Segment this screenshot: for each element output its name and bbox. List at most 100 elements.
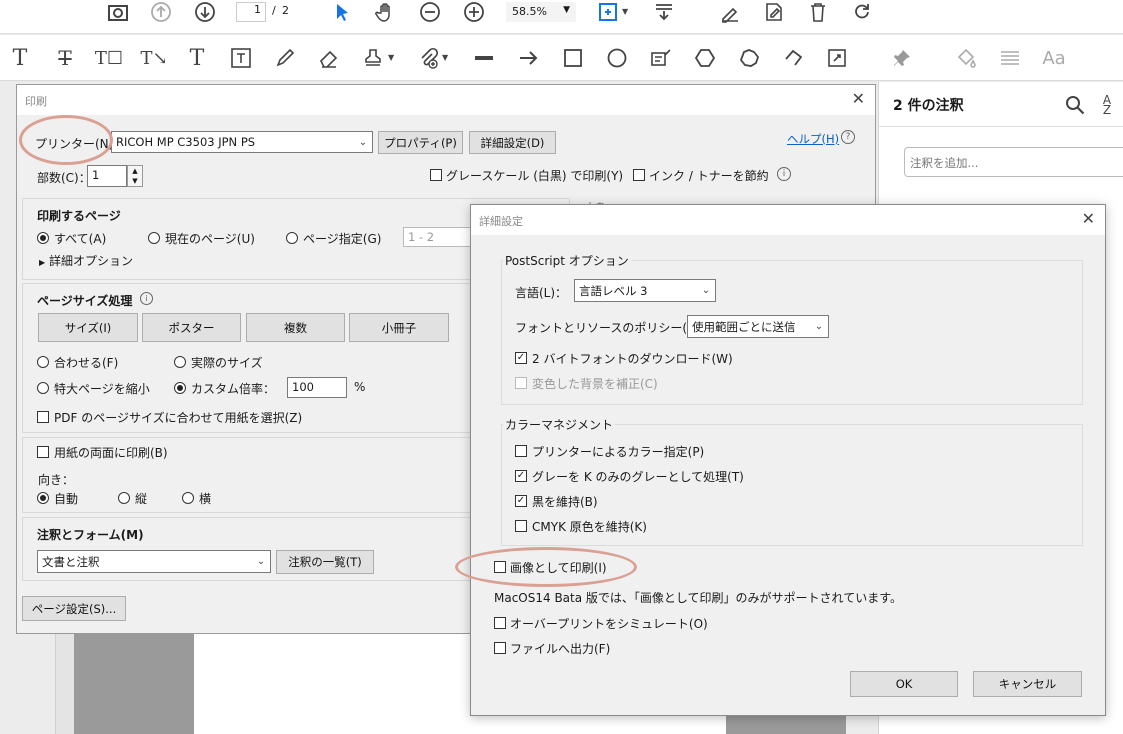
add-text-icon[interactable]: T bbox=[183, 44, 211, 72]
camera-icon[interactable] bbox=[104, 0, 132, 26]
page-size-title: ページサイズ処理 bbox=[37, 294, 133, 308]
download-2byte-label: 2 バイトフォントのダウンロード(W) bbox=[532, 352, 733, 366]
cloud-icon[interactable] bbox=[735, 44, 763, 72]
download-2byte-checkbox[interactable]: ✓ bbox=[515, 352, 527, 364]
font-icon[interactable]: Aa bbox=[1040, 44, 1068, 72]
multiple-button[interactable]: 複数 bbox=[246, 313, 345, 342]
fit-page-icon[interactable] bbox=[594, 0, 622, 26]
radio-shrink[interactable] bbox=[37, 382, 49, 394]
comments-list-button[interactable]: 注釈の一覧(T) bbox=[276, 550, 374, 574]
chevron-down-icon[interactable]: ▼ bbox=[442, 53, 448, 62]
cancel-button[interactable]: キャンセル bbox=[973, 671, 1082, 697]
select-arrow-icon[interactable] bbox=[328, 0, 356, 26]
stamp-area-icon[interactable] bbox=[823, 44, 851, 72]
close-icon[interactable]: ✕ bbox=[1082, 209, 1095, 228]
info-icon[interactable]: i bbox=[777, 167, 791, 181]
attach-icon[interactable] bbox=[414, 44, 442, 72]
language-select[interactable]: 言語レベル 3 ⌄ bbox=[574, 279, 716, 302]
chevron-down-icon[interactable]: ▼ bbox=[388, 53, 394, 62]
simulate-overprint-checkbox[interactable] bbox=[494, 617, 506, 629]
radio-pages[interactable] bbox=[286, 232, 298, 244]
duplex-checkbox[interactable] bbox=[37, 446, 49, 458]
radio-orient-portrait[interactable] bbox=[118, 492, 130, 504]
sign-icon[interactable] bbox=[716, 0, 744, 26]
radio-fit[interactable] bbox=[37, 356, 49, 368]
scroll-mode-icon[interactable] bbox=[650, 0, 678, 26]
prev-page-icon[interactable] bbox=[147, 0, 175, 26]
properties-button[interactable]: プロパティ(P) bbox=[378, 131, 463, 154]
text-box-icon[interactable] bbox=[227, 44, 255, 72]
trash-icon[interactable] bbox=[804, 0, 832, 26]
page-shadow-left bbox=[55, 630, 74, 734]
polyline-icon[interactable] bbox=[779, 44, 807, 72]
correct-bg-checkbox[interactable] bbox=[515, 377, 527, 389]
advanced-dialog-title: 詳細設定 bbox=[479, 215, 523, 228]
radio-custom-scale[interactable] bbox=[174, 382, 186, 394]
text-replace-icon[interactable]: T↘ bbox=[140, 44, 168, 72]
zoom-out-icon[interactable] bbox=[416, 0, 444, 26]
font-policy-select[interactable]: 使用範囲ごとに送信 ⌄ bbox=[687, 315, 829, 338]
advanced-button[interactable]: 詳細設定(D) bbox=[469, 131, 556, 154]
strikethrough-icon[interactable]: T bbox=[51, 44, 79, 72]
chevron-down-icon[interactable]: ▼ bbox=[622, 7, 628, 16]
radio-orient-landscape[interactable] bbox=[182, 492, 194, 504]
keep-cmyk-checkbox[interactable] bbox=[515, 520, 527, 532]
chevron-down-icon: ⌄ bbox=[814, 321, 824, 332]
booklet-button[interactable]: 小冊子 bbox=[349, 313, 449, 342]
redo-icon[interactable] bbox=[848, 0, 876, 26]
line-icon[interactable] bbox=[470, 44, 498, 72]
zoom-select[interactable]: 58.5% ▼ bbox=[506, 2, 576, 22]
more-options-toggle[interactable]: ▶ 詳細オプション bbox=[39, 252, 133, 269]
close-icon[interactable]: ✕ bbox=[852, 89, 865, 108]
color-group-title: カラーマネジメント bbox=[503, 416, 616, 433]
page-preview-gray bbox=[74, 630, 194, 734]
page-setup-button[interactable]: ページ設定(S)... bbox=[22, 596, 126, 621]
edit-doc-icon[interactable] bbox=[760, 0, 788, 26]
polygon-icon[interactable] bbox=[691, 44, 719, 72]
text-comment-icon[interactable]: T☐ bbox=[95, 44, 123, 72]
stamp-icon[interactable] bbox=[359, 44, 387, 72]
sort-icon[interactable]: AZ bbox=[1093, 91, 1121, 119]
save-ink-checkbox[interactable] bbox=[633, 169, 645, 181]
circle-icon[interactable] bbox=[603, 44, 631, 72]
grayscale-checkbox[interactable] bbox=[430, 169, 442, 181]
text-icon[interactable]: T bbox=[6, 44, 34, 72]
printer-color-checkbox[interactable] bbox=[515, 445, 527, 457]
pdf-paper-checkbox[interactable] bbox=[37, 411, 49, 423]
text-callout-icon[interactable] bbox=[647, 44, 675, 72]
size-button[interactable]: サイズ(I) bbox=[38, 313, 138, 342]
poster-button[interactable]: ポスター bbox=[142, 313, 241, 342]
radio-actual-size[interactable] bbox=[174, 356, 186, 368]
zoom-in-icon[interactable] bbox=[460, 0, 488, 26]
pencil-icon[interactable] bbox=[271, 44, 299, 72]
ok-button[interactable]: OK bbox=[850, 671, 958, 697]
copies-stepper[interactable]: ▲ ▼ bbox=[127, 165, 143, 187]
radio-current[interactable] bbox=[148, 232, 160, 244]
next-page-icon[interactable] bbox=[191, 0, 219, 26]
arrow-icon[interactable] bbox=[515, 44, 543, 72]
printer-select[interactable]: RICOH MP C3503 JPN PS ⌄ bbox=[111, 131, 373, 153]
line-weight-icon[interactable] bbox=[996, 44, 1024, 72]
print-dialog-title: 印刷 bbox=[25, 95, 47, 108]
info-icon[interactable]: i bbox=[140, 292, 153, 305]
radio-current-label: 現在のページ(U) bbox=[165, 232, 255, 246]
copies-input[interactable]: 1 bbox=[87, 165, 127, 187]
hand-tool-icon[interactable] bbox=[372, 0, 400, 26]
pin-icon[interactable] bbox=[888, 44, 916, 72]
percent-label: % bbox=[354, 380, 366, 394]
comments-select[interactable]: 文書と注釈 ⌄ bbox=[37, 550, 271, 573]
custom-scale-input[interactable]: 100 bbox=[287, 377, 347, 398]
radio-all[interactable] bbox=[37, 232, 49, 244]
help-link[interactable]: ヘルプ(H) bbox=[787, 131, 839, 147]
output-file-checkbox[interactable] bbox=[494, 642, 506, 654]
page-number-input[interactable]: 1 bbox=[236, 2, 266, 22]
search-icon[interactable] bbox=[1061, 91, 1089, 119]
fill-color-icon[interactable] bbox=[952, 44, 980, 72]
gray-k-checkbox[interactable]: ✓ bbox=[515, 470, 527, 482]
rectangle-icon[interactable] bbox=[559, 44, 587, 72]
eraser-icon[interactable] bbox=[315, 44, 343, 72]
help-icon[interactable]: ? bbox=[841, 130, 855, 144]
add-comment-input[interactable]: 注釈を追加... bbox=[904, 147, 1123, 177]
radio-orient-auto[interactable] bbox=[37, 492, 49, 504]
keep-black-checkbox[interactable]: ✓ bbox=[515, 495, 527, 507]
